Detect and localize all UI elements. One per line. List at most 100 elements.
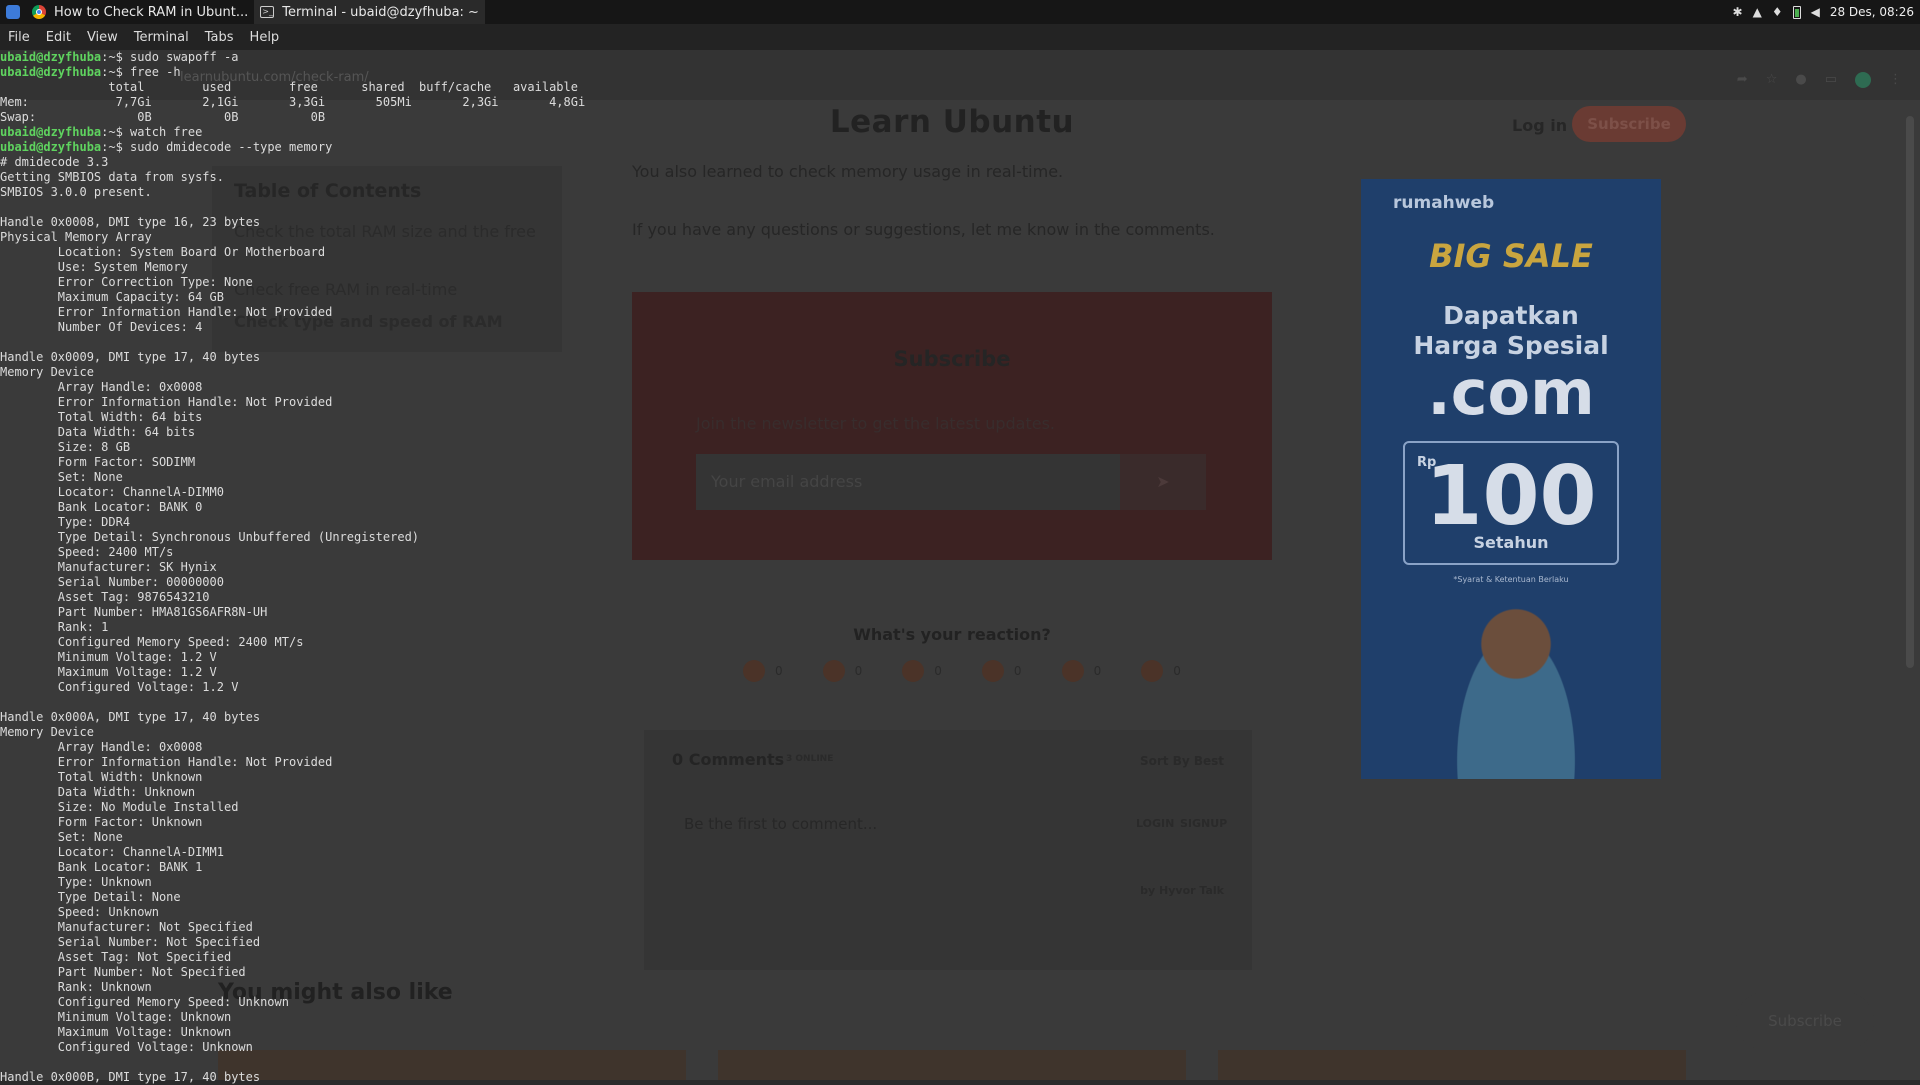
terminal-output-line: Handle 0x000B, DMI type 17, 40 bytes — [0, 1070, 261, 1084]
terminal-output-line: Serial Number: 00000000 — [0, 575, 224, 589]
battery-icon[interactable] — [1792, 5, 1801, 19]
terminal-output-line: Serial Number: Not Specified — [0, 935, 261, 949]
terminal-output-line: Type Detail: Synchronous Unbuffered (Unr… — [0, 530, 420, 544]
terminal-output-line: Location: System Board Or Motherboard — [0, 245, 326, 259]
terminal-output-line: Locator: ChannelA-DIMM1 — [0, 845, 224, 859]
terminal-output-line: Configured Voltage: Unknown — [0, 1040, 253, 1054]
terminal-output-line: Maximum Voltage: 1.2 V — [0, 665, 217, 679]
terminal-output-line: Manufacturer: Not Specified — [0, 920, 253, 934]
terminal-output-line: total used free shared buff/cache availa… — [0, 80, 578, 94]
terminal-output-line: Swap: 0B 0B 0B — [0, 110, 326, 124]
terminal-output-line: Handle 0x000A, DMI type 17, 40 bytes — [0, 710, 261, 724]
terminal-output-line: Form Factor: Unknown — [0, 815, 203, 829]
terminal-output-line: SMBIOS 3.0.0 present. — [0, 185, 152, 199]
terminal-output-line: Total Width: 64 bits — [0, 410, 203, 424]
terminal-output-line: Total Width: Unknown — [0, 770, 203, 784]
terminal-output-line: Bank Locator: BANK 0 — [0, 500, 203, 514]
menu-file[interactable]: File — [8, 30, 30, 45]
command-text: :~$ watch free — [101, 125, 203, 139]
terminal-output-line: Size: No Module Installed — [0, 800, 239, 814]
terminal-output-line: Form Factor: SODIMM — [0, 455, 196, 469]
notification-bell-icon[interactable]: ♦ — [1772, 5, 1783, 19]
terminal-output-line: Type: DDR4 — [0, 515, 131, 529]
terminal-output-line: Minimum Voltage: Unknown — [0, 1010, 232, 1024]
terminal-output-line: Rank: 1 — [0, 620, 109, 634]
terminal-output-line: Minimum Voltage: 1.2 V — [0, 650, 217, 664]
prompt-user: ubaid@dzyfhuba — [0, 125, 102, 139]
terminal-output-line: Locator: ChannelA-DIMM0 — [0, 485, 224, 499]
terminal-output-line: Type Detail: None — [0, 890, 181, 904]
terminal-output-line: Size: 8 GB — [0, 440, 131, 454]
terminal-prompt-line: ubaid@dzyfhuba:~$ sudo dmidecode --type … — [0, 140, 1920, 155]
terminal-output-line: Use: System Memory — [0, 260, 188, 274]
terminal-output-line: Asset Tag: 9876543210 — [0, 590, 210, 604]
terminal-output-line: Array Handle: 0x0008 — [0, 740, 203, 754]
terminal-output-line: Mem: 7,7Gi 2,1Gi 3,3Gi 505Mi 2,3Gi 4,8Gi — [0, 95, 586, 109]
terminal-output-line: Getting SMBIOS data from sysfs. — [0, 170, 224, 184]
command-text: :~$ free -h — [101, 65, 181, 79]
menu-help[interactable]: Help — [250, 30, 280, 45]
menu-terminal[interactable]: Terminal — [134, 30, 189, 45]
terminal-output-line: Data Width: 64 bits — [0, 425, 196, 439]
terminal-menubar: File Edit View Terminal Tabs Help — [0, 24, 1920, 50]
terminal-output-line: Configured Voltage: 1.2 V — [0, 680, 239, 694]
terminal-output-line: Data Width: Unknown — [0, 785, 196, 799]
terminal-output-line: Handle 0x0009, DMI type 17, 40 bytes — [0, 350, 261, 364]
terminal-output-line: Error Correction Type: None — [0, 275, 253, 289]
taskbar-item-label: How to Check RAM in Ubunt... — [54, 4, 249, 20]
system-tray: ✱ ▲ ♦ ◀ 28 Des, 08:26 — [1733, 5, 1920, 19]
terminal-output-line: Array Handle: 0x0008 — [0, 380, 203, 394]
terminal-prompt-line: ubaid@dzyfhuba:~$ watch free — [0, 125, 1920, 140]
prompt-user: ubaid@dzyfhuba — [0, 50, 102, 64]
terminal-output-line: Part Number: HMA81GS6AFR8N-UH — [0, 605, 268, 619]
prompt-user: ubaid@dzyfhuba — [0, 65, 102, 79]
terminal-output-line: Part Number: Not Specified — [0, 965, 246, 979]
terminal-output-line: Rank: Unknown — [0, 980, 152, 994]
terminal-output-line: Maximum Voltage: Unknown — [0, 1025, 232, 1039]
volume-muted-icon[interactable]: ◀ — [1811, 5, 1820, 19]
terminal-output[interactable]: ubaid@dzyfhuba:~$ sudo swapoff -a ubaid@d… — [0, 50, 1920, 1084]
terminal-output-line: Number Of Devices: 4 — [0, 320, 203, 334]
terminal-output-line: Speed: Unknown — [0, 905, 159, 919]
terminal-prompt-line: ubaid@dzyfhuba:~$ free -h — [0, 65, 1920, 80]
prompt-user: ubaid@dzyfhuba — [0, 140, 102, 154]
terminal-output-line: Memory Device — [0, 725, 94, 739]
taskbar-item-browser[interactable]: How to Check RAM in Ubunt... — [26, 0, 254, 24]
terminal-output-line: Error Information Handle: Not Provided — [0, 395, 333, 409]
app-menu-icon[interactable] — [6, 5, 20, 19]
terminal-output-line: Set: None — [0, 830, 123, 844]
menu-tabs[interactable]: Tabs — [205, 30, 234, 45]
terminal-output-line: Bank Locator: BANK 1 — [0, 860, 203, 874]
terminal-prompt-line: ubaid@dzyfhuba:~$ sudo swapoff -a — [0, 50, 1920, 65]
taskbar-item-terminal[interactable]: >_ Terminal - ubaid@dzyfhuba: ~ — [254, 0, 485, 24]
terminal-output-line: Set: None — [0, 470, 123, 484]
wifi-icon[interactable]: ▲ — [1753, 5, 1762, 19]
terminal-output-line: Configured Memory Speed: 2400 MT/s — [0, 635, 304, 649]
terminal-output-line: # dmidecode 3.3 — [0, 155, 109, 169]
terminal-output-line: Maximum Capacity: 64 GB — [0, 290, 224, 304]
terminal-output-line: Memory Device — [0, 365, 94, 379]
terminal-output-line: Error Information Handle: Not Provided — [0, 305, 333, 319]
terminal-output-line: Speed: 2400 MT/s — [0, 545, 174, 559]
menu-edit[interactable]: Edit — [46, 30, 71, 45]
top-panel: How to Check RAM in Ubunt... >_ Terminal… — [0, 0, 1920, 24]
menu-view[interactable]: View — [87, 30, 118, 45]
terminal-output-line: Configured Memory Speed: Unknown — [0, 995, 289, 1009]
command-text: :~$ sudo dmidecode --type memory — [101, 140, 333, 154]
command-text: :~$ sudo swapoff -a — [101, 50, 239, 64]
bluetooth-icon[interactable]: ✱ — [1733, 5, 1743, 19]
taskbar-item-label: Terminal - ubaid@dzyfhuba: ~ — [282, 4, 479, 20]
terminal-icon: >_ — [260, 6, 275, 18]
clock[interactable]: 28 Des, 08:26 — [1830, 5, 1914, 19]
terminal-output-line: Error Information Handle: Not Provided — [0, 755, 333, 769]
terminal-output-line: Asset Tag: Not Specified — [0, 950, 232, 964]
terminal-output-line: Handle 0x0008, DMI type 16, 23 bytes — [0, 215, 261, 229]
terminal-output-line: Physical Memory Array — [0, 230, 152, 244]
terminal-output-line: Type: Unknown — [0, 875, 152, 889]
chrome-icon — [32, 5, 46, 19]
terminal-output-line: Manufacturer: SK Hynix — [0, 560, 217, 574]
